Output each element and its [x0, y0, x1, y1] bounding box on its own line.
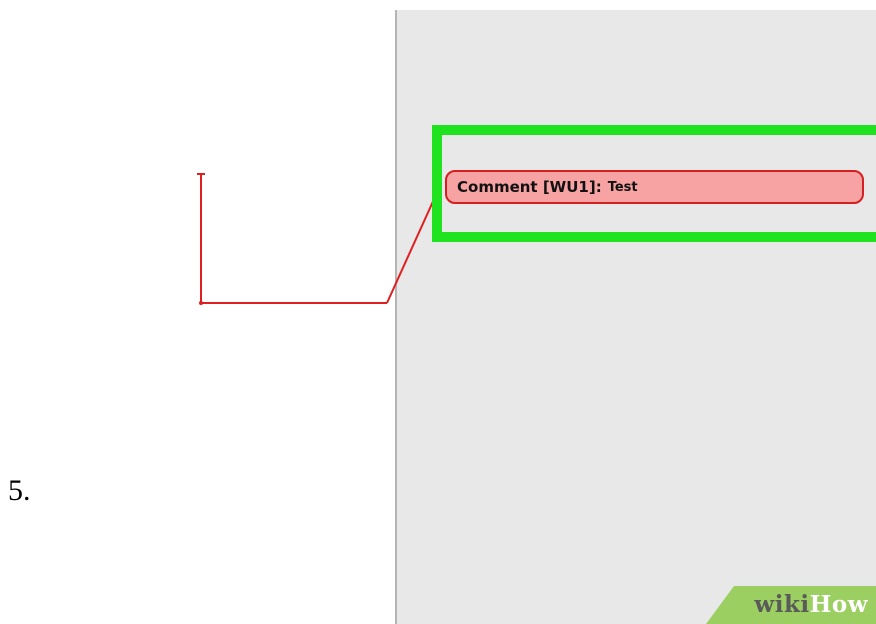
comment-balloon[interactable]: Comment [WU1]: Test	[445, 170, 864, 204]
comment-label: Comment [WU1]:	[457, 178, 602, 196]
document-page	[0, 0, 395, 624]
watermark-how: How	[809, 591, 868, 618]
wikihow-watermark: wikiHow	[706, 586, 876, 624]
markup-pane	[395, 10, 876, 624]
watermark-wiki: wiki	[754, 591, 810, 618]
comment-text[interactable]: Test	[608, 180, 638, 195]
step-number: 5.	[8, 474, 31, 507]
watermark-text: wikiHow	[754, 591, 868, 618]
